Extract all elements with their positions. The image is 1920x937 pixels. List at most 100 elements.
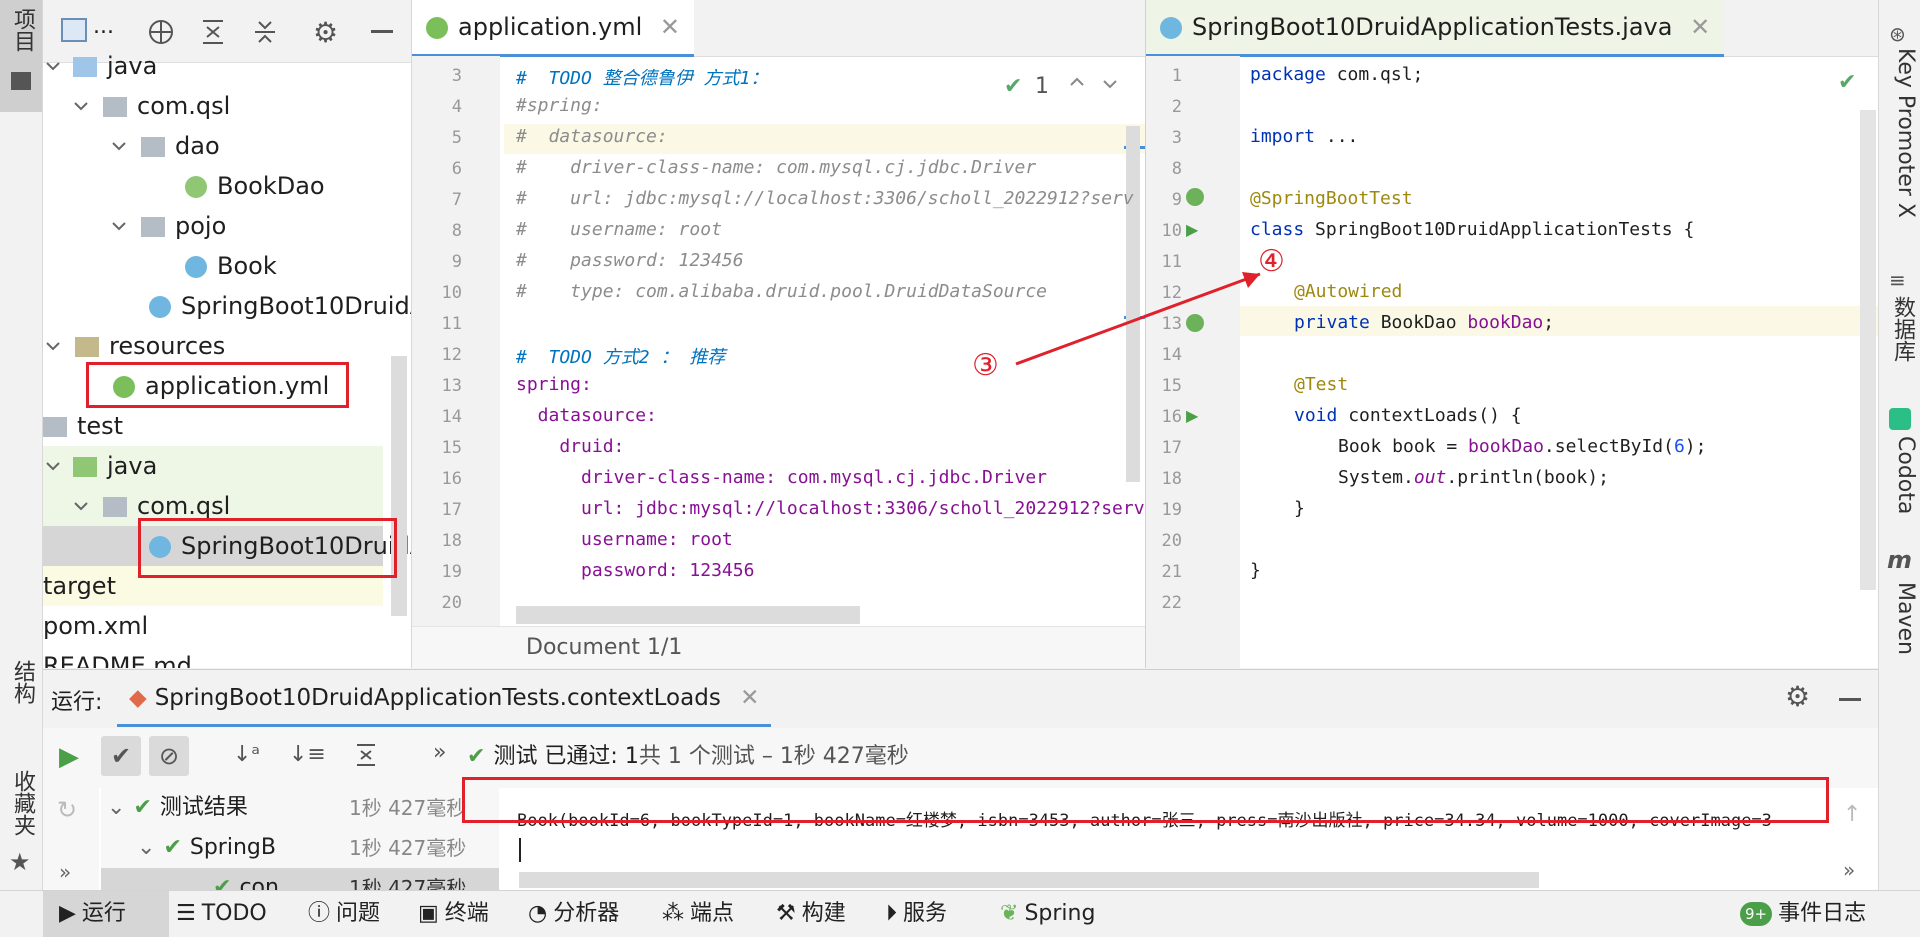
bottom-tab-endpoints[interactable]: ⁂ 端点	[662, 891, 734, 937]
spring-bean-icon[interactable]	[1186, 188, 1204, 206]
maven-tab[interactable]: m Maven	[1879, 546, 1920, 656]
line-number: 9	[1171, 190, 1182, 210]
chevron-up-icon[interactable]	[1067, 72, 1087, 92]
sort-alpha-icon[interactable]: ↓ᵃ	[233, 742, 260, 767]
sort-duration-icon[interactable]: ↓≡	[289, 742, 326, 767]
tree-item-com-qsl[interactable]: com.qsl	[71, 86, 230, 126]
test-tree-row[interactable]: ⌄ ✔ SpringB 1秒 427毫秒	[137, 828, 499, 868]
tree-item-main-class[interactable]: SpringBoot10DruidA	[149, 286, 411, 326]
code-line: class SpringBoot10DruidApplicationTests …	[1250, 219, 1694, 240]
tree-item-label: Book	[217, 252, 277, 280]
bottom-tab-event-log[interactable]: 9+ 事件日志	[1740, 891, 1866, 937]
code-line: # TODO 整合德鲁伊 方式1：	[516, 68, 769, 89]
more-icon[interactable]: »	[433, 740, 446, 765]
editor-horizontal-scrollbar[interactable]	[516, 606, 860, 624]
expand-all-icon[interactable]	[353, 742, 379, 768]
rerun-icon[interactable]: ▶	[59, 742, 79, 772]
code-line: spring:	[516, 374, 592, 395]
collapse-all-icon[interactable]	[251, 18, 279, 46]
more-icon[interactable]: »	[59, 860, 71, 884]
key-promoter-tab[interactable]: Key Promoter X ⊛	[1879, 8, 1920, 228]
close-tab-icon[interactable]: ✕	[740, 685, 759, 711]
tree-item-dao[interactable]: dao	[109, 126, 220, 166]
tree-item-book[interactable]: Book	[185, 246, 277, 286]
test-tree-row-selected[interactable]: ✔ con 1秒 427毫秒	[101, 868, 499, 891]
gear-icon[interactable]: ⚙	[1785, 680, 1810, 713]
chevron-down-icon[interactable]	[1100, 74, 1120, 94]
codota-tab[interactable]: Codota	[1879, 402, 1920, 520]
tree-item-label: pojo	[175, 212, 227, 240]
line-number: 14	[441, 407, 462, 427]
code-line: @Test	[1294, 374, 1348, 395]
code-line: void contextLoads() {	[1294, 405, 1522, 426]
editor-empty-space	[1147, 608, 1878, 668]
bottom-tab-todo[interactable]: ☰ TODO	[176, 891, 267, 937]
bottom-tab-spring[interactable]: ❦ Spring	[1000, 891, 1095, 937]
line-number: 13	[441, 376, 462, 396]
check-icon: ✔	[163, 835, 182, 860]
package-icon	[103, 97, 127, 117]
tree-item-java[interactable]: java	[43, 46, 157, 86]
bottom-tab-terminal[interactable]: ▣ 终端	[418, 891, 489, 937]
tree-item-target[interactable]: target	[43, 566, 116, 606]
test-tree-label: con	[239, 875, 279, 891]
tree-item-resources[interactable]: resources	[43, 326, 225, 366]
tree-item-readme[interactable]: README.md	[43, 646, 192, 668]
code-line: }	[1294, 498, 1305, 519]
structure-tool-tab[interactable]: 结构	[0, 650, 42, 740]
maven-label: Maven	[1893, 582, 1918, 655]
line-number: 3	[1171, 128, 1182, 148]
hide-panel-icon[interactable]	[1839, 698, 1861, 701]
scroll-up-icon[interactable]: ↑	[1843, 802, 1861, 827]
favorites-tool-tab[interactable]: 收藏夹 ★	[0, 770, 42, 880]
tab-java-test[interactable]: SpringBoot10DruidApplicationTests.java ✕	[1146, 0, 1725, 57]
show-ignored-toggle[interactable]: ⊘	[149, 736, 189, 776]
tree-item-bookdao[interactable]: BookDao	[185, 166, 325, 206]
tree-item-test-java[interactable]: java	[43, 446, 157, 486]
test-tree-row[interactable]: ⌄ ✔ 测试结果 1秒 427毫秒	[101, 788, 499, 828]
terminal-icon: ▣	[418, 901, 439, 926]
expand-all-icon[interactable]	[199, 18, 227, 46]
bottom-tab-services[interactable]: ⏵ 服务	[886, 891, 947, 937]
gear-icon[interactable]: ⚙	[313, 16, 338, 49]
bottom-tab-build[interactable]: ⚒ 构建	[776, 891, 846, 937]
bottom-tab-label: 构建	[801, 901, 846, 926]
editor-vertical-scrollbar[interactable]	[1860, 110, 1876, 590]
database-tab[interactable]: ≡ 数据库	[1879, 262, 1920, 372]
bottom-tab-profiler[interactable]: ◔ 分析器	[528, 891, 619, 937]
select-opened-file-icon[interactable]	[147, 18, 175, 46]
tree-item-test[interactable]: test	[43, 406, 123, 446]
line-number: 11	[441, 314, 462, 334]
close-tab-icon[interactable]: ✕	[1690, 13, 1710, 41]
show-passed-toggle[interactable]: ✔	[101, 736, 141, 776]
check-icon: ✔	[467, 744, 486, 769]
code-line: @SpringBootTest	[1250, 188, 1413, 209]
code-line: # url: jdbc:mysql://localhost:3306/schol…	[516, 188, 1134, 209]
console-horizontal-scrollbar[interactable]	[519, 872, 1539, 888]
tab-application-yml[interactable]: application.yml ✕	[412, 0, 695, 57]
tree-item-label: README.md	[43, 652, 192, 668]
codota-label: Codota	[1893, 436, 1918, 515]
hide-panel-icon[interactable]	[371, 30, 393, 33]
line-number: 7	[451, 190, 462, 210]
close-tab-icon[interactable]: ✕	[660, 13, 680, 41]
breadcrumb[interactable]: Document 1/1	[526, 635, 682, 660]
run-test-icon[interactable]: ▶	[1186, 406, 1198, 425]
bottom-tab-run[interactable]: ▶ 运行	[43, 891, 169, 937]
project-view-icon[interactable]	[61, 18, 87, 42]
rerun-failed-icon[interactable]: ↻	[57, 796, 77, 824]
spring-class-icon	[149, 296, 171, 318]
tree-item-pojo[interactable]: pojo	[109, 206, 226, 246]
bottom-tab-problems[interactable]: ⓘ 问题	[308, 891, 380, 937]
annotation-arrow	[970, 240, 1270, 380]
project-tool-tab[interactable]: 项目	[0, 0, 42, 112]
project-view-dropdown[interactable]: ...	[93, 14, 114, 39]
key-promoter-label: Key Promoter X	[1893, 48, 1918, 218]
more-icon[interactable]: »	[1843, 858, 1855, 882]
tree-item-label: com.qsl	[137, 92, 231, 120]
tree-item-label: java	[107, 452, 158, 480]
inspection-check-icon[interactable]: ✔	[1004, 74, 1022, 99]
run-test-icon[interactable]: ▶	[1186, 220, 1198, 239]
run-config-tab[interactable]: ◆ SpringBoot10DruidApplicationTests.conte…	[117, 670, 772, 727]
tree-item-pom[interactable]: pom.xml	[43, 606, 148, 646]
